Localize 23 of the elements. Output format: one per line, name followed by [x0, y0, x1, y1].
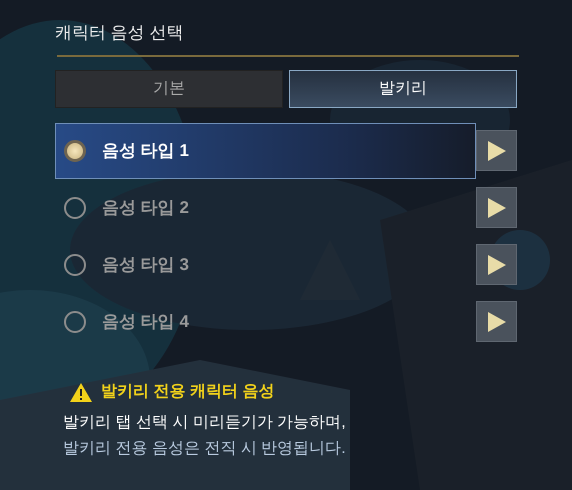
play-button[interactable]: [476, 244, 517, 285]
warning-icon: [69, 382, 93, 402]
notice-text: 발키리 전용 음성은 전직 시 반영됩니다.: [63, 439, 347, 459]
voice-option[interactable]: 음성 타입 2: [55, 180, 476, 236]
radio-button[interactable]: [64, 196, 86, 218]
voice-option[interactable]: 음성 타입 1: [55, 122, 476, 178]
panel-title: 캐릭터 음성 선택: [55, 22, 184, 44]
play-icon: [486, 310, 507, 332]
tab[interactable]: 기본: [55, 70, 283, 108]
voice-option[interactable]: 음성 타입 3: [55, 236, 476, 292]
play-button[interactable]: [476, 301, 517, 342]
radio-button[interactable]: [64, 310, 86, 332]
play-button[interactable]: [476, 187, 517, 228]
radio-button[interactable]: [64, 140, 86, 162]
play-button[interactable]: [476, 130, 517, 171]
notice-text: 발키리 탭 선택 시 미리듣기가 가능하며,: [63, 413, 347, 433]
radio-button[interactable]: [64, 254, 86, 276]
play-icon: [486, 140, 507, 162]
tab[interactable]: 발키리: [289, 70, 517, 108]
play-icon: [486, 196, 507, 218]
notice-heading: 발키리 전용 캐릭터 음성: [101, 382, 274, 402]
play-icon: [486, 254, 507, 276]
voice-option[interactable]: 음성 타입 4: [55, 294, 476, 350]
